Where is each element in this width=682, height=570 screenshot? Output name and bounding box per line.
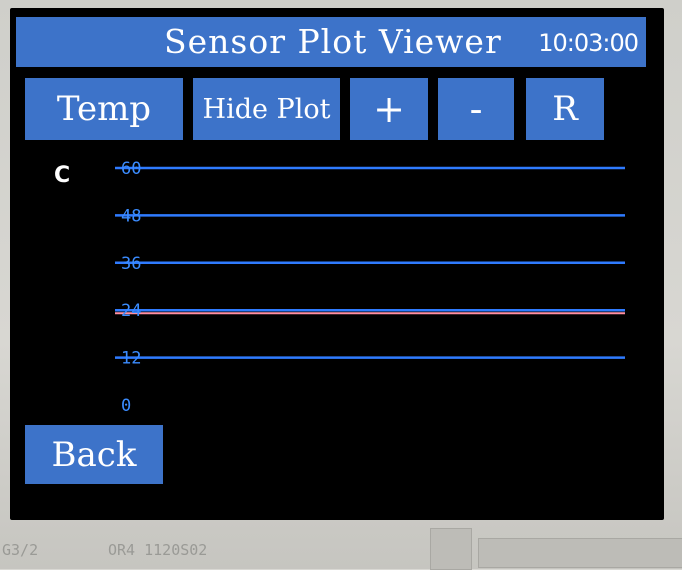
y-tick-label: 48 [121,206,141,226]
ribbon-cable [478,538,682,568]
ribbon-connector [430,528,472,570]
y-tick-label: 12 [121,349,141,369]
silkscreen-right: OR4 1120S02 [108,541,208,559]
y-tick-label: 0 [121,396,131,416]
y-tick-label: 36 [121,254,141,274]
y-tick-label: 60 [121,159,141,179]
back-button[interactable]: Back [25,425,163,484]
silkscreen-left: G3/2 [2,541,39,559]
y-tick-label: 24 [121,301,141,321]
